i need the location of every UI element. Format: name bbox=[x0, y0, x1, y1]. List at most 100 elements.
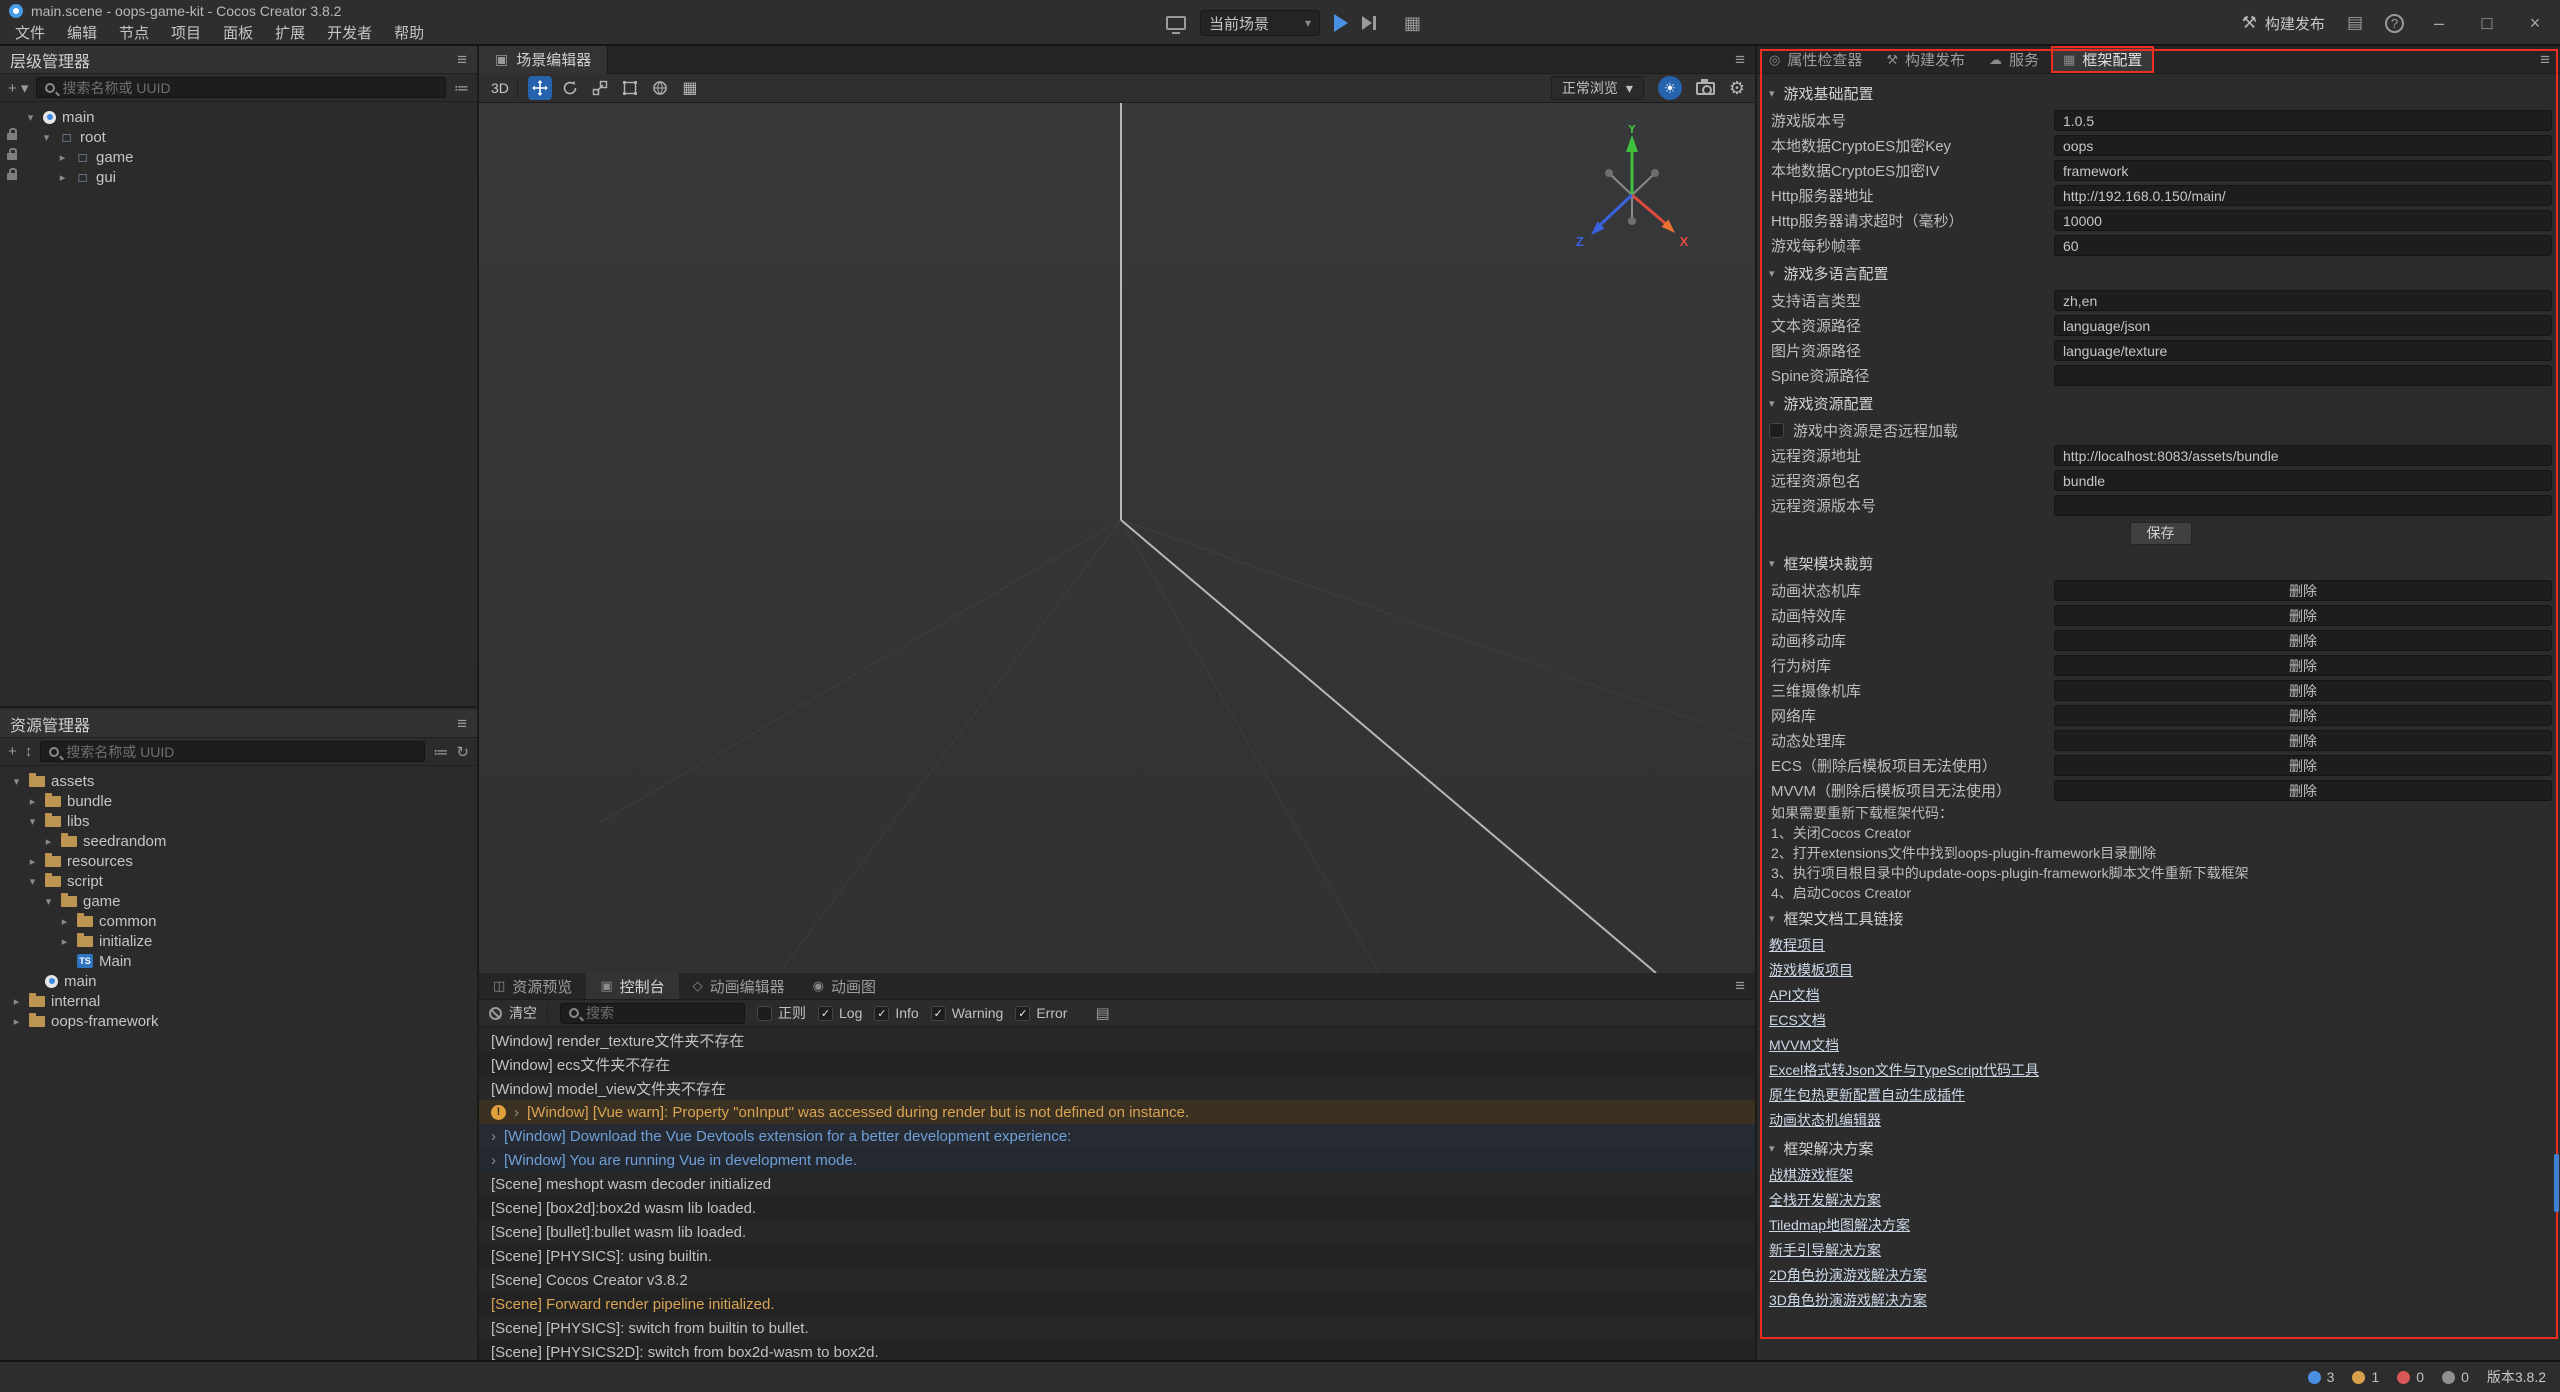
refresh-icon[interactable]: ↻ bbox=[456, 743, 469, 761]
tree-row[interactable]: ▾assets bbox=[0, 771, 477, 791]
delete-button[interactable]: 删除 bbox=[2054, 580, 2552, 601]
tree-row[interactable]: ▸bundle bbox=[0, 791, 477, 811]
add-node-button[interactable]: + ▾ bbox=[8, 79, 28, 97]
status-count-message[interactable]: 3 bbox=[2308, 1369, 2335, 1385]
tab-assets-preview[interactable]: ◫资源预览 bbox=[479, 973, 586, 999]
scale-tool-button[interactable] bbox=[588, 76, 612, 100]
lighting-toggle-icon[interactable]: ☀ bbox=[1658, 76, 1682, 100]
delete-button[interactable]: 删除 bbox=[2054, 705, 2552, 726]
doc-link[interactable]: 原生包热更新配置自动生成插件 bbox=[1769, 1083, 1965, 1108]
section-header[interactable]: ▾游戏基础配置 bbox=[1769, 78, 2552, 108]
field-input[interactable] bbox=[2054, 210, 2552, 231]
status-count-notification[interactable]: 0 bbox=[2442, 1369, 2469, 1385]
tab-service[interactable]: ☁服务 bbox=[1977, 46, 2051, 73]
log-row[interactable]: [Scene] [PHYSICS2D]: switch from box2d-w… bbox=[479, 1340, 1755, 1360]
menu-item[interactable]: 编辑 bbox=[56, 21, 108, 46]
chevron-right-icon[interactable]: ▸ bbox=[10, 995, 23, 1008]
scene-viewport[interactable]: Y X Z bbox=[479, 103, 1755, 973]
tree-row[interactable]: ▸initialize bbox=[0, 931, 477, 951]
scene-selector-dropdown[interactable]: 当前场景 ▾ bbox=[1200, 10, 1320, 36]
console-search[interactable] bbox=[560, 1003, 745, 1024]
preview-window-icon[interactable]: ▦ bbox=[1404, 13, 1421, 34]
tree-row[interactable]: ▾game bbox=[0, 891, 477, 911]
doc-link[interactable]: 新手引导解决方案 bbox=[1769, 1238, 1881, 1263]
clear-console-button[interactable]: 清空 bbox=[489, 1003, 548, 1023]
play-button[interactable] bbox=[1334, 14, 1348, 32]
tree-row[interactable]: ▸□game bbox=[0, 147, 477, 167]
expand-icon[interactable]: › bbox=[491, 1152, 496, 1169]
move-tool-button[interactable] bbox=[528, 76, 552, 100]
panel-menu-icon[interactable]: ≡ bbox=[457, 50, 467, 70]
maximize-button[interactable]: □ bbox=[2474, 13, 2500, 34]
delete-button[interactable]: 删除 bbox=[2054, 780, 2552, 801]
filter-error[interactable]: ✓Error bbox=[1015, 1005, 1067, 1021]
help-icon[interactable]: ? bbox=[2385, 14, 2404, 33]
menu-item[interactable]: 帮助 bbox=[383, 21, 435, 46]
field-input[interactable] bbox=[2054, 470, 2552, 491]
doc-link[interactable]: 2D角色扮演游戏解决方案 bbox=[1769, 1263, 1927, 1288]
assets-search[interactable] bbox=[40, 741, 425, 762]
tree-row[interactable]: ▸common bbox=[0, 911, 477, 931]
menu-item[interactable]: 项目 bbox=[160, 21, 212, 46]
panel-menu-icon[interactable]: ≡ bbox=[1735, 50, 1745, 70]
tab-inspector[interactable]: ◎属性检查器 bbox=[1757, 46, 1874, 73]
field-input[interactable] bbox=[2054, 135, 2552, 156]
camera-icon[interactable] bbox=[1696, 82, 1715, 95]
log-row[interactable]: [Scene] [box2d]:box2d wasm lib loaded. bbox=[479, 1196, 1755, 1220]
tree-row[interactable]: ▾□root bbox=[0, 127, 477, 147]
delete-button[interactable]: 删除 bbox=[2054, 655, 2552, 676]
log-row[interactable]: [Scene] [bullet]:bullet wasm lib loaded. bbox=[479, 1220, 1755, 1244]
tab-framework-config[interactable]: ▦框架配置 bbox=[2051, 46, 2154, 73]
snap-grid-button[interactable]: ▦ bbox=[678, 76, 702, 100]
panel-menu-icon[interactable]: ≡ bbox=[457, 714, 467, 734]
doc-link[interactable]: 3D角色扮演游戏解决方案 bbox=[1769, 1288, 1927, 1313]
doc-link[interactable]: 游戏模板项目 bbox=[1769, 958, 1853, 983]
doc-link[interactable]: 教程项目 bbox=[1769, 933, 1825, 958]
doc-link[interactable]: MVVM文档 bbox=[1769, 1033, 1839, 1058]
package-icon[interactable]: ▤ bbox=[2347, 13, 2363, 33]
menu-item[interactable]: 文件 bbox=[4, 21, 56, 46]
tree-row[interactable]: ▾script bbox=[0, 871, 477, 891]
log-row[interactable]: [Scene] Cocos Creator v3.8.2 bbox=[479, 1268, 1755, 1292]
field-input[interactable] bbox=[2054, 445, 2552, 466]
chevron-right-icon[interactable]: ▸ bbox=[10, 1015, 23, 1028]
chevron-right-icon[interactable]: ▸ bbox=[56, 151, 69, 164]
chevron-right-icon[interactable]: ▸ bbox=[26, 795, 39, 808]
chevron-down-icon[interactable]: ▾ bbox=[24, 111, 37, 124]
expand-icon[interactable]: › bbox=[514, 1104, 519, 1121]
field-input[interactable] bbox=[2054, 290, 2552, 311]
chevron-right-icon[interactable]: ▸ bbox=[58, 915, 71, 928]
lock-icon[interactable] bbox=[7, 173, 17, 180]
log-row[interactable]: !›[Window] [Vue warn]: Property "onInput… bbox=[479, 1100, 1755, 1124]
field-input[interactable] bbox=[2054, 340, 2552, 361]
chevron-right-icon[interactable]: ▸ bbox=[58, 935, 71, 948]
doc-link[interactable]: 动画状态机编辑器 bbox=[1769, 1108, 1881, 1133]
minimize-button[interactable]: – bbox=[2426, 13, 2452, 34]
filter-warning[interactable]: ✓Warning bbox=[931, 1005, 1004, 1021]
tree-row[interactable]: ▸□gui bbox=[0, 167, 477, 187]
lock-icon[interactable] bbox=[7, 153, 17, 160]
chevron-down-icon[interactable]: ▾ bbox=[10, 775, 23, 788]
console-search-input[interactable] bbox=[586, 1005, 736, 1021]
panel-menu-icon[interactable]: ≡ bbox=[2540, 50, 2550, 70]
panel-menu-icon[interactable]: ≡ bbox=[1735, 976, 1745, 996]
doc-link[interactable]: 全栈开发解决方案 bbox=[1769, 1188, 1881, 1213]
menu-item[interactable]: 面板 bbox=[212, 21, 264, 46]
menu-item[interactable]: 开发者 bbox=[316, 21, 383, 46]
axis-gizmo[interactable]: Y X Z bbox=[1567, 125, 1697, 255]
expand-icon[interactable]: › bbox=[491, 1128, 496, 1145]
doc-link[interactable]: Excel格式转Json文件与TypeScript代码工具 bbox=[1769, 1058, 2039, 1083]
tab-scene-editor[interactable]: ▣ 场景编辑器 bbox=[479, 46, 608, 74]
delete-button[interactable]: 删除 bbox=[2054, 630, 2552, 651]
log-row[interactable]: [Scene] [PHYSICS]: switch from builtin t… bbox=[479, 1316, 1755, 1340]
field-input[interactable] bbox=[2054, 235, 2552, 256]
filter-info[interactable]: ✓Info bbox=[874, 1005, 918, 1021]
log-row[interactable]: [Window] model_view文件夹不存在 bbox=[479, 1076, 1755, 1100]
doc-link[interactable]: 战棋游戏框架 bbox=[1769, 1163, 1853, 1188]
tree-row[interactable]: TSMain bbox=[0, 951, 477, 971]
chevron-down-icon[interactable]: ▾ bbox=[40, 131, 53, 144]
tree-row[interactable]: ▾libs bbox=[0, 811, 477, 831]
status-count-error[interactable]: 0 bbox=[2397, 1369, 2424, 1385]
preview-device-icon[interactable] bbox=[1166, 16, 1186, 30]
tree-row[interactable]: ▾main bbox=[0, 107, 477, 127]
